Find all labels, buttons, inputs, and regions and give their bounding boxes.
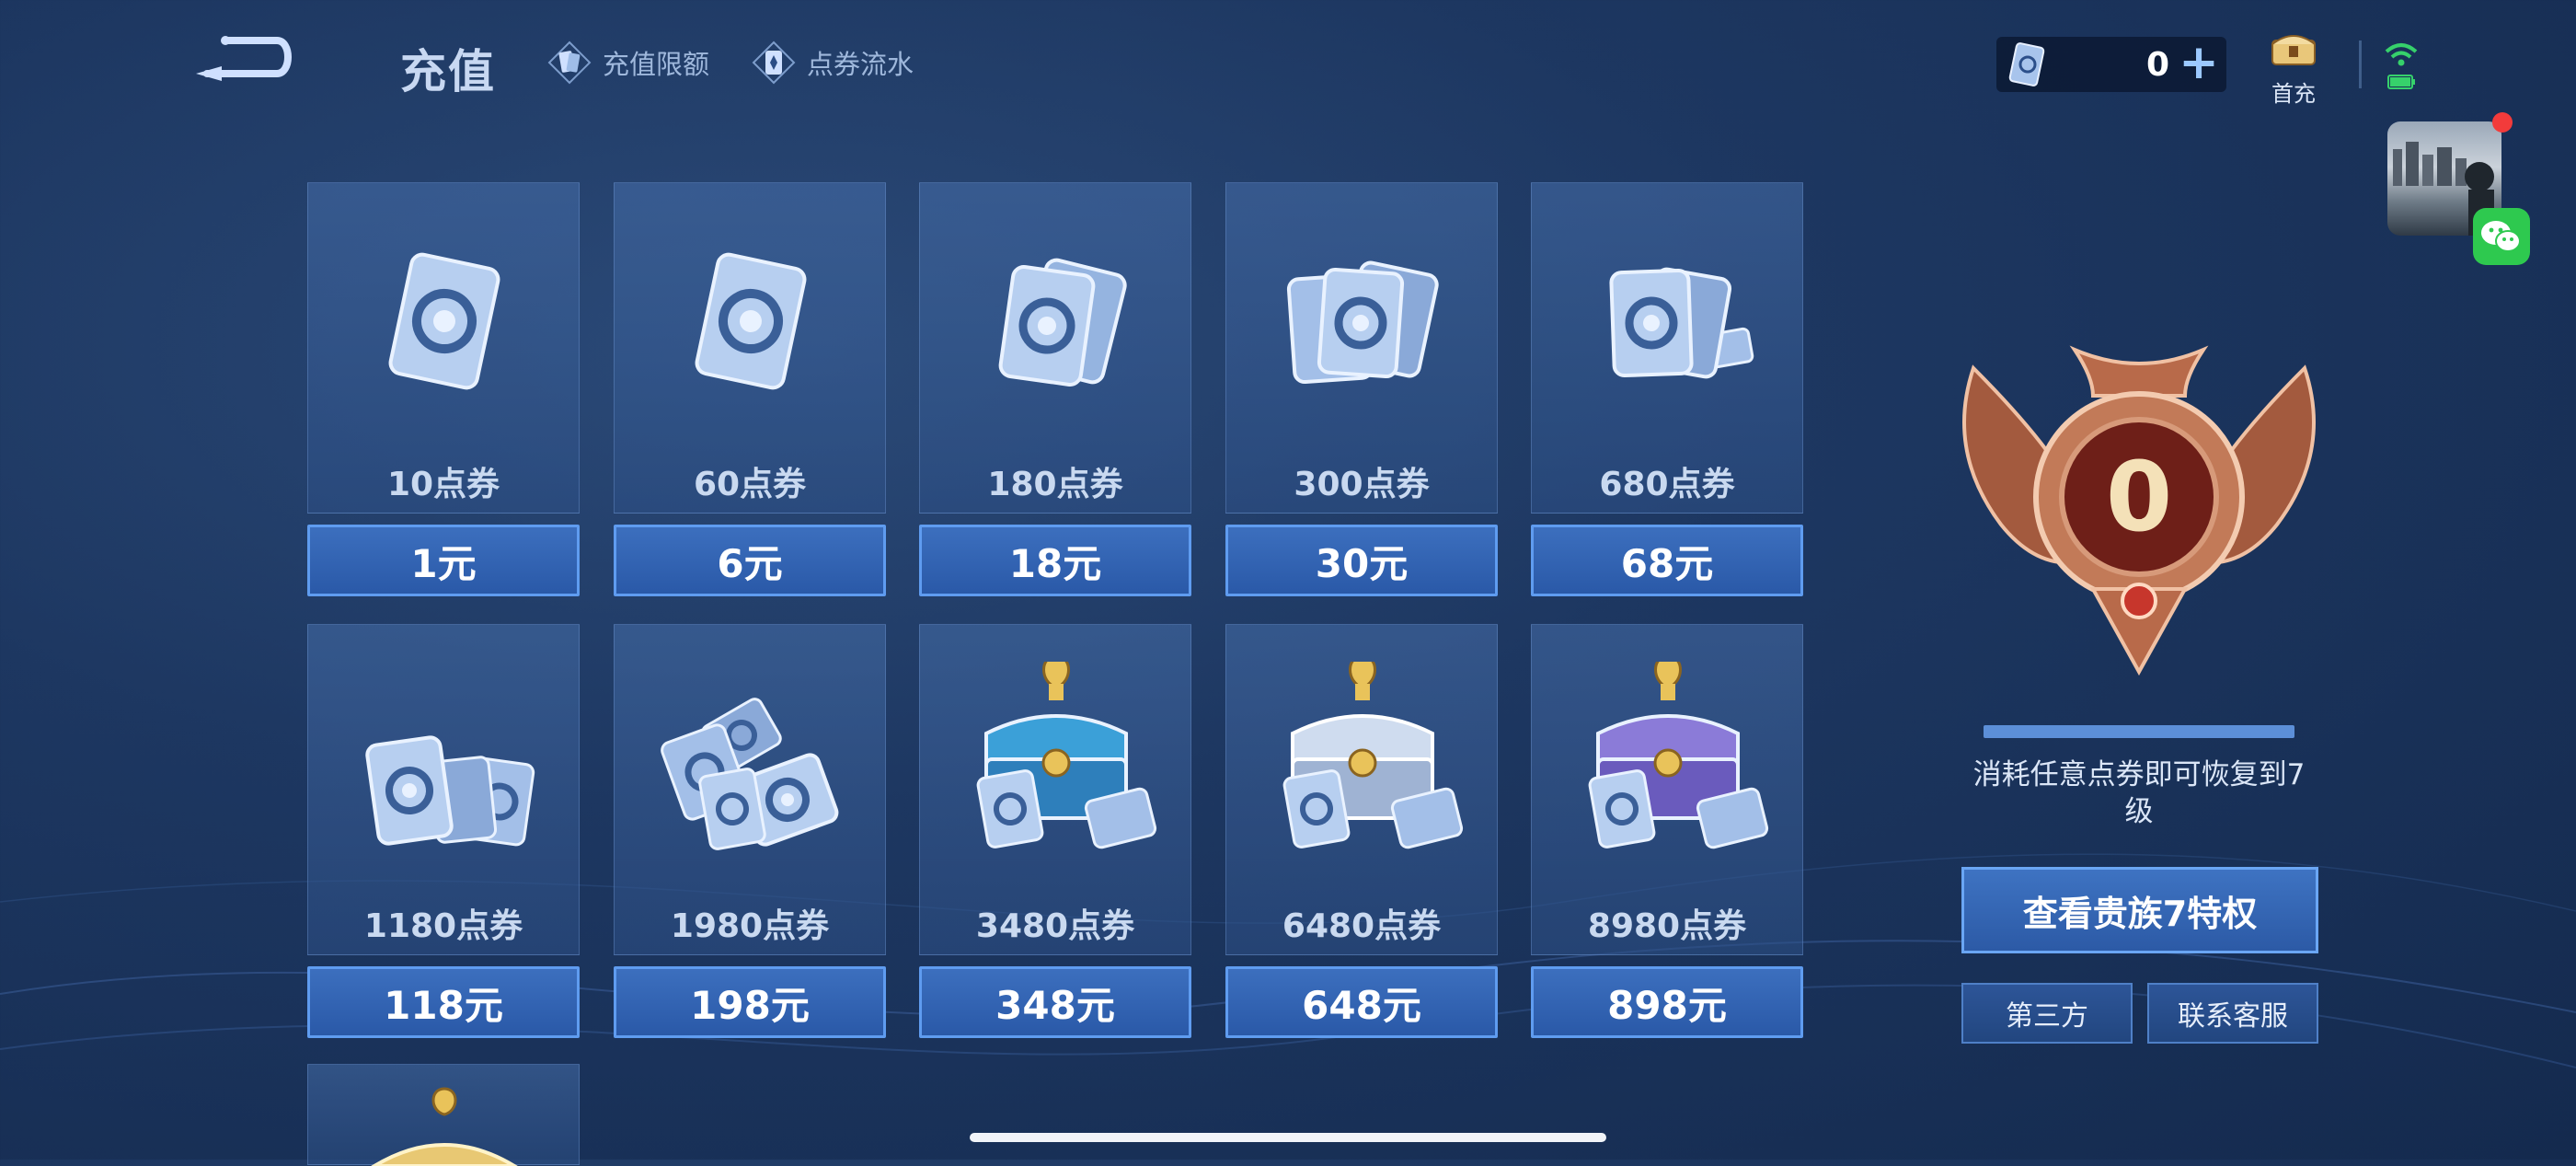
purple-chest-icon <box>1588 662 1769 849</box>
price-button[interactable]: 898元 <box>1531 966 1803 1038</box>
price-button[interactable]: 348元 <box>919 966 1191 1038</box>
single-coupon-icon <box>695 252 807 390</box>
first-charge-button[interactable]: 首充 <box>2261 28 2326 108</box>
pack-amount: 8980点券 <box>1587 907 1747 945</box>
price-button[interactable]: 648元 <box>1225 966 1498 1038</box>
pack-card[interactable]: 180点券 <box>919 182 1191 514</box>
pack-card[interactable]: 6480点券 <box>1225 624 1498 955</box>
pack-680[interactable]: 680点券 68元 <box>1531 182 1803 596</box>
view-privilege-button[interactable]: 查看贵族7特权 <box>1961 867 2318 953</box>
recharge-limit-link[interactable]: 充值限额 <box>547 40 709 85</box>
pack-amount: 680点券 <box>1599 466 1735 503</box>
pack-card[interactable]: 300点券 <box>1225 182 1498 514</box>
wifi-battery-icon <box>2385 43 2418 89</box>
vip-level-number: 0 <box>2106 441 2172 553</box>
pack-3480[interactable]: 3480点券 348元 <box>919 624 1191 1038</box>
pack-card[interactable]: 10点券 <box>307 182 580 514</box>
vip-progress-bar <box>1984 725 2294 738</box>
divider <box>2359 40 2362 88</box>
pack-300[interactable]: 300点券 30元 <box>1225 182 1498 596</box>
price-button[interactable]: 18元 <box>919 525 1191 596</box>
recharge-limit-label: 充值限额 <box>603 49 710 80</box>
page-title: 充值 <box>400 45 496 98</box>
price-button[interactable]: 118元 <box>307 966 580 1038</box>
vip-description: 消耗任意点券即可恢复到7级 <box>1972 758 2306 828</box>
coupon-pile-icon <box>365 735 535 847</box>
notification-dot <box>2492 112 2513 133</box>
pack-6480[interactable]: 6480点券 648元 <box>1225 624 1498 1038</box>
pack-card[interactable]: 1980点券 <box>614 624 886 955</box>
card-icon <box>547 40 592 85</box>
pack-card[interactable]: 8980点券 <box>1531 624 1803 955</box>
single-coupon-icon <box>388 252 500 390</box>
gold-chest-icon <box>371 1087 518 1166</box>
pack-amount: 6480点券 <box>1282 907 1442 945</box>
pack-amount: 3480点券 <box>975 907 1135 945</box>
pack-10[interactable]: 10点券 1元 <box>307 182 580 596</box>
pack-1180[interactable]: 1180点券 118元 <box>307 624 580 1038</box>
price-button[interactable]: 6元 <box>614 525 886 596</box>
coupon-balance-value: 0 <box>2145 45 2169 84</box>
pack-amount: 1980点券 <box>670 907 830 945</box>
pack-amount: 10点券 <box>386 466 500 503</box>
pack-amount: 60点券 <box>693 466 807 503</box>
pack-card[interactable] <box>307 1064 580 1166</box>
vip-level-badge: 0 <box>1962 345 2316 676</box>
back-arrow-icon[interactable] <box>189 29 299 94</box>
coupon-flow-link[interactable]: 点券流水 <box>752 40 914 85</box>
pack-amount: 300点券 <box>1294 466 1430 503</box>
coupon-stack-icon <box>1609 267 1754 379</box>
price-button[interactable]: 30元 <box>1225 525 1498 596</box>
coupon-icon <box>2008 42 2045 87</box>
three-coupons-icon <box>1286 260 1439 385</box>
wechat-floating-window[interactable] <box>2387 112 2530 267</box>
pack-card[interactable]: 60点券 <box>614 182 886 514</box>
blue-chest-icon <box>976 662 1157 849</box>
third-party-button[interactable]: 第三方 <box>1961 983 2133 1044</box>
pack-card[interactable]: 680点券 <box>1531 182 1803 514</box>
pack-amount: 1180点券 <box>363 907 523 945</box>
pack-card[interactable]: 3480点券 <box>919 624 1191 955</box>
first-charge-label: 首充 <box>2271 81 2316 107</box>
coupon-flow-label: 点券流水 <box>807 49 914 80</box>
price-button[interactable]: 68元 <box>1531 525 1803 596</box>
pack-1980[interactable]: 1980点券 198元 <box>614 624 886 1038</box>
wechat-icon <box>2473 208 2530 265</box>
pack-180[interactable]: 180点券 18元 <box>919 182 1191 596</box>
add-coupon-button[interactable]: + <box>2179 39 2219 87</box>
two-coupons-icon <box>998 258 1127 387</box>
silver-chest-icon <box>1282 662 1464 849</box>
pack-60[interactable]: 60点券 6元 <box>614 182 886 596</box>
coupon-icon <box>752 40 796 85</box>
price-button[interactable]: 1元 <box>307 525 580 596</box>
home-indicator[interactable] <box>970 1133 1606 1142</box>
coupon-heap-icon <box>661 698 839 850</box>
price-button[interactable]: 198元 <box>614 966 886 1038</box>
gift-chest-icon <box>2271 35 2316 65</box>
coupon-balance: 0 + <box>1996 37 2226 92</box>
pack-card[interactable]: 1180点券 <box>307 624 580 955</box>
contact-service-button[interactable]: 联系客服 <box>2147 983 2318 1044</box>
pack-amount: 180点券 <box>987 466 1123 503</box>
pack-partial[interactable] <box>307 1064 580 1166</box>
pack-8980[interactable]: 8980点券 898元 <box>1531 624 1803 1038</box>
